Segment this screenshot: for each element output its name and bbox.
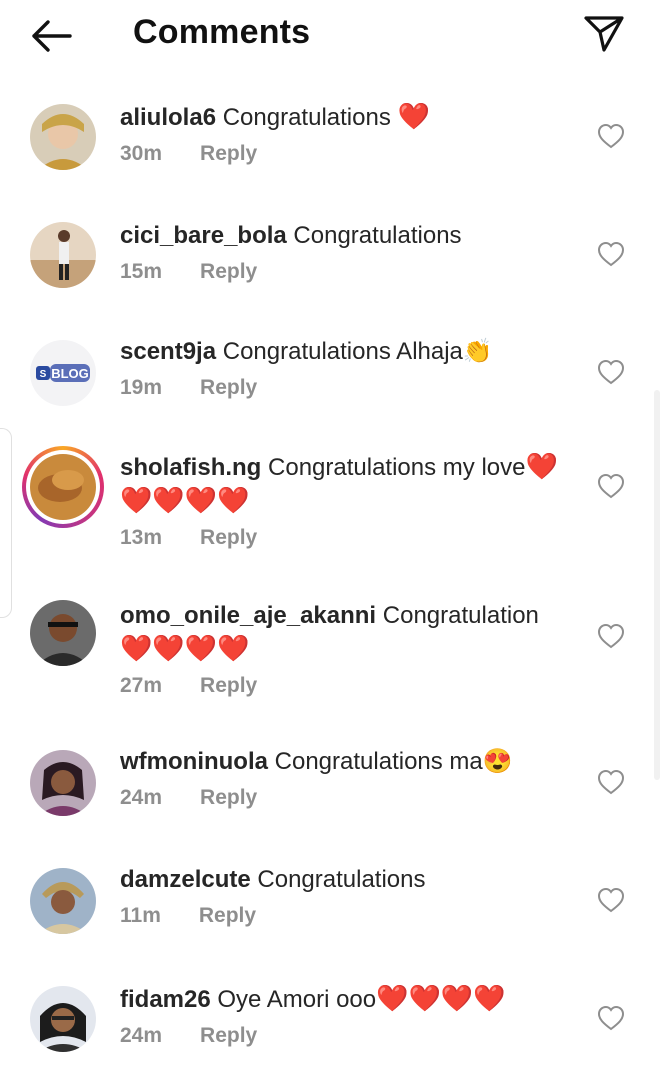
comment-item: fidam26 Oye Amori ooo❤️❤️❤️❤️ 24m Reply: [0, 968, 662, 1078]
share-send-icon[interactable]: [580, 10, 628, 56]
avatar-with-story-ring[interactable]: [22, 446, 104, 528]
comment-time: 19m: [120, 376, 163, 399]
like-heart-icon[interactable]: [596, 886, 626, 914]
comment-item: sholafish.ng Congratulations my love❤️❤️…: [0, 436, 662, 586]
back-arrow-icon[interactable]: [28, 16, 76, 56]
comment-text: Congratulations: [286, 222, 462, 249]
reply-button[interactable]: Reply: [200, 526, 257, 550]
comment-item: omo_onile_aje_akanni Congratulation ❤️❤️…: [0, 586, 662, 732]
reply-button[interactable]: Reply: [200, 376, 257, 400]
comment-time: 13m: [120, 526, 163, 549]
like-heart-icon[interactable]: [596, 122, 626, 150]
like-heart-icon[interactable]: [596, 472, 626, 500]
comments-header: Comments: [0, 0, 662, 72]
like-heart-icon[interactable]: [596, 768, 626, 796]
reply-button[interactable]: Reply: [200, 260, 257, 284]
comment-item: damzelcute Congratulations 11m Reply: [0, 850, 662, 968]
svg-text:S: S: [40, 369, 47, 380]
reply-button[interactable]: Reply: [200, 674, 257, 698]
comment-time: 15m: [120, 260, 163, 283]
comment-text: Congratulations my love: [261, 454, 526, 481]
avatar[interactable]: [30, 600, 96, 666]
avatar[interactable]: [30, 750, 96, 816]
reply-button[interactable]: Reply: [200, 1024, 257, 1048]
comment-text: Congratulations: [250, 866, 426, 893]
comment-item: wfmoninuola Congratulations ma😍 24m Reply: [0, 732, 662, 850]
comment-username[interactable]: fidam26: [120, 986, 211, 1013]
heart-emoji: ❤️: [397, 101, 430, 131]
heart-eyes-emoji: 😍: [482, 748, 513, 775]
comment-time: 27m: [120, 674, 163, 697]
comment-text: Congratulation: [376, 602, 539, 629]
comment-time: 30m: [120, 142, 163, 165]
reply-button[interactable]: Reply: [200, 142, 257, 166]
comment-time: 24m: [120, 1024, 163, 1047]
comment-username[interactable]: cici_bare_bola: [120, 222, 287, 249]
comment-username[interactable]: scent9ja: [120, 338, 216, 365]
comment-item: S BLOG scent9ja Congratulations Alhaja👏 1…: [0, 322, 662, 436]
like-heart-icon[interactable]: [596, 240, 626, 268]
comment-text: Congratulations Alhaja: [216, 338, 463, 365]
reply-button[interactable]: Reply: [199, 904, 256, 928]
comment-username[interactable]: damzelcute: [120, 866, 251, 893]
comment-item: cici_bare_bola Congratulations 15m Reply: [0, 204, 662, 322]
comment-time: 11m: [120, 904, 161, 927]
reply-button[interactable]: Reply: [200, 786, 257, 810]
page-title: Comments: [133, 13, 311, 51]
clap-emoji: 👏: [462, 338, 493, 365]
comment-username[interactable]: omo_onile_aje_akanni: [120, 602, 376, 629]
svg-text:BLOG: BLOG: [51, 366, 89, 381]
comment-text: Oye Amori ooo: [210, 986, 377, 1013]
avatar[interactable]: [30, 222, 96, 288]
comment-username[interactable]: aliulola6: [120, 104, 216, 131]
heart-emoji: ❤️❤️❤️❤️: [120, 633, 250, 663]
comment-text: Congratulations: [216, 104, 398, 131]
heart-emoji: ❤️❤️❤️❤️: [376, 983, 506, 1013]
like-heart-icon[interactable]: [596, 1004, 626, 1032]
avatar[interactable]: [30, 868, 96, 934]
like-heart-icon[interactable]: [596, 358, 626, 386]
comment-username[interactable]: wfmoninuola: [120, 748, 268, 775]
comment-list: aliulola6 Congratulations ❤️ 30m Reply ci…: [0, 86, 662, 1078]
comment-text: Congratulations ma: [267, 748, 483, 775]
avatar[interactable]: S BLOG: [30, 340, 96, 406]
comment-time: 24m: [120, 786, 163, 809]
avatar[interactable]: [30, 986, 96, 1052]
avatar[interactable]: [30, 104, 96, 170]
comment-username[interactable]: sholafish.ng: [120, 454, 261, 481]
like-heart-icon[interactable]: [596, 622, 626, 650]
comment-item: aliulola6 Congratulations ❤️ 30m Reply: [0, 86, 662, 204]
